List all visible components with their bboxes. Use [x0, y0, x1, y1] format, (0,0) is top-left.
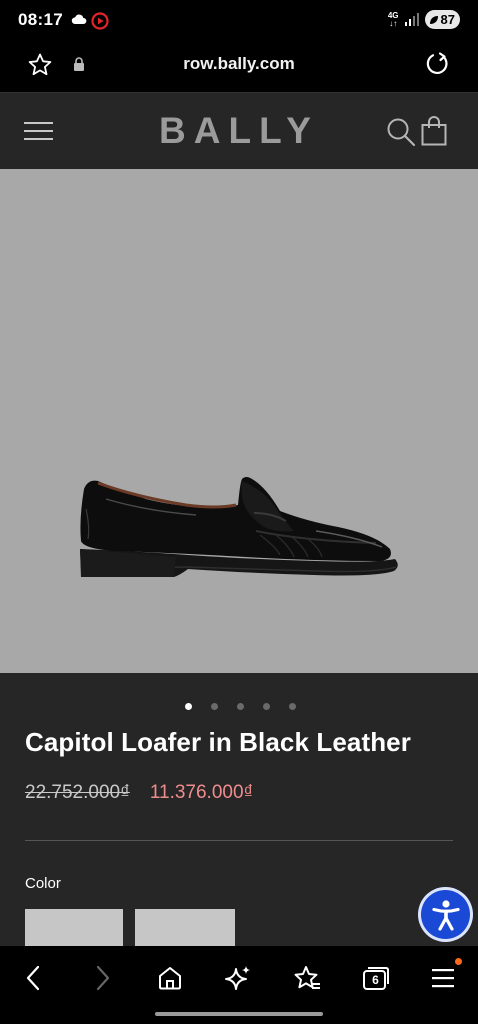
- carousel-dot-3[interactable]: [236, 703, 244, 710]
- forward-button[interactable]: [88, 963, 118, 993]
- bookmarks-button[interactable]: [292, 963, 322, 993]
- url-text[interactable]: row.bally.com: [120, 54, 358, 74]
- original-price: 22.752.000₫: [25, 782, 130, 803]
- back-button[interactable]: [18, 963, 48, 993]
- carousel-dot-2[interactable]: [210, 703, 218, 710]
- color-swatch-2[interactable]: [135, 909, 235, 949]
- status-right: 4G ↓↑ 87: [388, 10, 460, 29]
- image-carousel-dots: [0, 700, 478, 714]
- forward-icon: [96, 965, 110, 991]
- menu-button[interactable]: [428, 963, 458, 993]
- ai-assistant-button[interactable]: [223, 963, 253, 993]
- back-icon: [26, 965, 40, 991]
- home-icon: [159, 967, 181, 990]
- hamburger-menu-icon[interactable]: [24, 121, 53, 141]
- color-swatch-1[interactable]: [25, 909, 123, 949]
- shoe-illustration: [80, 477, 398, 577]
- lock-icon: [74, 57, 84, 71]
- browser-url-bar: row.bally.com: [0, 40, 478, 92]
- tabs-count: 6: [372, 972, 379, 987]
- search-icon[interactable]: [386, 117, 416, 147]
- star-icon[interactable]: [27, 52, 53, 78]
- accessibility-button[interactable]: [418, 887, 473, 942]
- cloud-icon: [71, 14, 87, 24]
- brand-logo[interactable]: BALLY: [130, 110, 348, 152]
- divider: [25, 840, 453, 841]
- carousel-dot-1[interactable]: [184, 703, 192, 710]
- product-image[interactable]: [0, 169, 478, 673]
- record-icon: [91, 12, 109, 30]
- color-label: Color: [25, 875, 61, 892]
- price-row: 22.752.000₫ 11.376.000₫: [25, 782, 253, 804]
- notification-dot: [455, 958, 462, 965]
- battery-indicator: 87: [424, 10, 460, 29]
- carousel-dot-5[interactable]: [288, 703, 296, 710]
- home-indicator[interactable]: [155, 1012, 323, 1016]
- battery-level: 87: [440, 12, 455, 27]
- accessibility-icon: [431, 899, 460, 931]
- screen: 08:17 4G ↓↑ 87 row.bally.com BALLY Capit…: [0, 0, 478, 1024]
- site-header: BALLY: [0, 92, 478, 169]
- menu-icon: [432, 969, 454, 988]
- sparkle-icon: [225, 966, 250, 990]
- status-bar: 08:17 4G ↓↑ 87: [0, 0, 478, 40]
- signal-icon: [404, 13, 419, 26]
- network-arrows: ↓↑: [389, 18, 398, 28]
- tabs-button[interactable]: 6: [360, 963, 390, 993]
- shopping-bag-icon[interactable]: [421, 116, 447, 146]
- home-button[interactable]: [155, 963, 185, 993]
- bookmark-star-icon: [294, 966, 320, 989]
- carousel-dot-4[interactable]: [262, 703, 270, 710]
- status-time: 08:17: [18, 10, 63, 29]
- network-indicator: 4G ↓↑: [388, 11, 399, 28]
- sale-price: 11.376.000₫: [149, 782, 254, 803]
- battery-saver-icon: [429, 15, 438, 24]
- product-title: Capitol Loafer in Black Leather: [25, 727, 411, 757]
- reload-icon[interactable]: [425, 51, 451, 77]
